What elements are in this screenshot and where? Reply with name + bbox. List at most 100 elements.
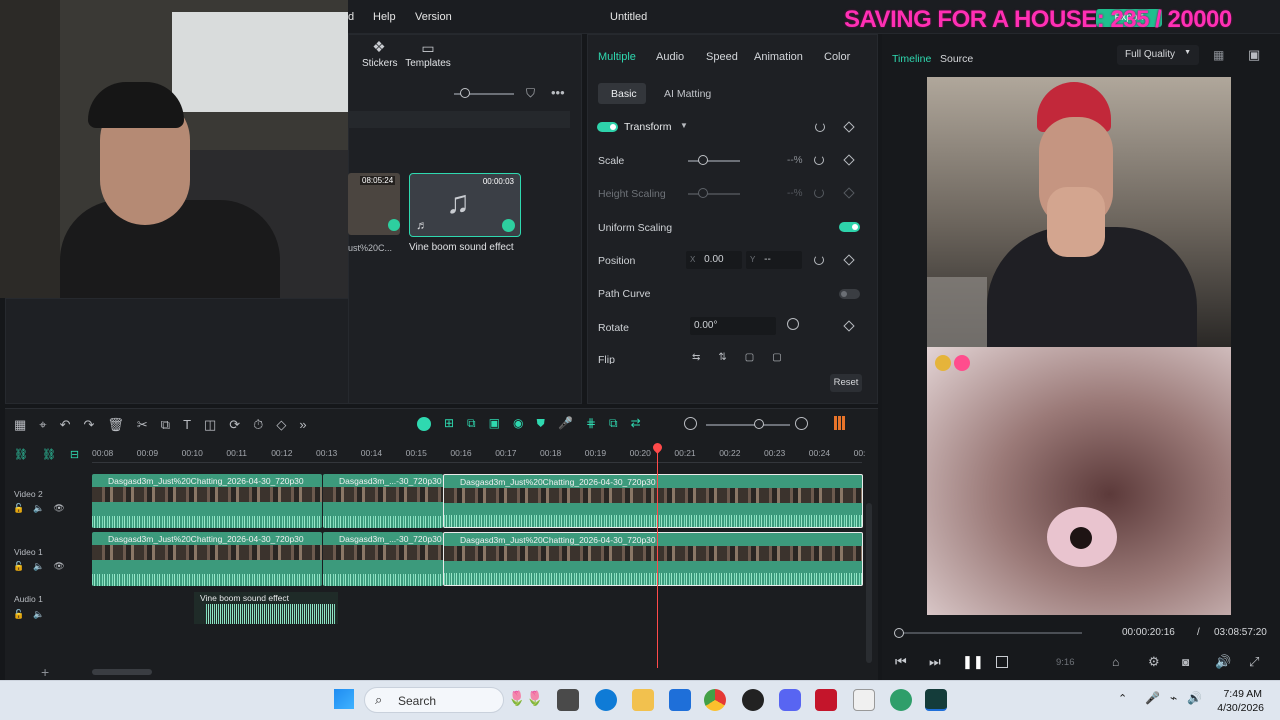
menu-help[interactable]: Help (373, 11, 396, 23)
reset-scale-icon[interactable] (814, 155, 824, 165)
tab-source[interactable]: Source (940, 53, 973, 65)
clip-duration: 08:05:24 (360, 176, 396, 185)
position-x-input[interactable]: X 0.00 (686, 251, 742, 269)
track-controls-video1-icon[interactable]: 🔓🔈👁 (13, 561, 74, 572)
menu-partial[interactable]: d (348, 11, 354, 23)
y-label: Y (750, 255, 756, 264)
scale-knob[interactable] (698, 155, 708, 165)
aspect-ratio-dropdown[interactable]: 9:16 (1056, 657, 1075, 668)
chrome-profile-icon[interactable] (890, 689, 912, 711)
stickers-button[interactable]: ❖ Stickers (362, 40, 398, 72)
track-height-icon[interactable] (834, 416, 846, 430)
height-value[interactable]: --% (787, 188, 803, 199)
zoom-in-icon[interactable] (795, 417, 808, 430)
playback-progress-bar[interactable] (899, 632, 1082, 634)
stop-icon[interactable] (996, 656, 1008, 668)
video2-clip-1[interactable]: Dasgasd3m_Just%20Chatting_2026-04-30_720… (92, 474, 322, 528)
playhead[interactable] (657, 446, 658, 668)
pause-icon[interactable]: ❚❚ (962, 654, 984, 670)
video1-clip-2[interactable]: Dasgasd3m_...-30_720p30 (323, 532, 443, 586)
tab-speed[interactable]: Speed (706, 51, 738, 63)
tab-color[interactable]: Color (824, 51, 850, 63)
thumb-size-knob[interactable] (460, 88, 470, 98)
notepad-icon[interactable] (853, 689, 875, 711)
subtab-basic[interactable]: Basic (611, 88, 637, 100)
discord-icon[interactable] (779, 689, 801, 711)
timeline-horizontal-scrollbar[interactable] (92, 669, 152, 675)
audio-media-thumbnail[interactable]: 00:00:03 ♫ ♬ (409, 173, 521, 237)
tab-multiple[interactable]: Multiple (598, 51, 636, 63)
uniform-scaling-toggle[interactable] (839, 222, 860, 232)
more-options-icon[interactable]: ••• (551, 85, 565, 100)
track-controls-audio1-icon[interactable]: 🔓🔈 (13, 609, 53, 620)
reset-button[interactable]: Reset (830, 374, 862, 392)
ruler-tick-label: 00:23 (764, 448, 786, 458)
quality-dropdown[interactable]: Full Quality ▼ (1117, 45, 1199, 65)
position-y-input[interactable]: Y -- (746, 251, 802, 269)
settings-gear-icon[interactable]: ⚙ (1148, 654, 1160, 670)
windows-start-icon[interactable] (334, 689, 354, 709)
reset-height-icon[interactable] (814, 188, 824, 198)
link-tools-icon[interactable]: ⛓⛓⊟ (14, 448, 93, 461)
video2-clip-2[interactable]: Dasgasd3m_...-30_720p30 (323, 474, 443, 528)
video1-clip-1[interactable]: Dasgasd3m_Just%20Chatting_2026-04-30_720… (92, 532, 322, 586)
timeline-feature-tools-icon[interactable]: ⊞⧉▣◉⛊🎤⋕⧉⇄ (444, 416, 654, 431)
tulips-widget-icon[interactable]: 🌷🌷 (508, 690, 545, 707)
clock-time[interactable]: 7:49 AM (1220, 688, 1262, 700)
height-slider[interactable] (688, 193, 740, 195)
layout-icon[interactable]: ▦ (1213, 48, 1224, 62)
filmora-icon[interactable] (925, 689, 947, 711)
zoom-knob[interactable] (754, 419, 764, 429)
timeline-edit-tools-icon[interactable]: ▦⌖↶↷🗑✂⧉T◫⟳⏱◇» (14, 417, 320, 433)
scale-value[interactable]: --% (787, 155, 803, 166)
tab-audio[interactable]: Audio (656, 51, 684, 63)
add-track-icon[interactable]: + (41, 664, 49, 680)
obs-icon[interactable] (742, 689, 764, 711)
transform-dropdown-icon[interactable]: ▼ (680, 121, 688, 130)
path-curve-toggle[interactable] (839, 289, 860, 299)
magnetic-snap-icon[interactable] (417, 417, 431, 431)
file-explorer-icon[interactable] (632, 689, 654, 711)
video2-clip-3-selected[interactable]: Dasgasd3m_Just%20Chatting_2026-04-30_720… (443, 474, 863, 528)
templates-button[interactable]: ▭ Templates (405, 40, 451, 72)
media-clip-thumbnail[interactable]: 08:05:24 (348, 173, 400, 235)
zoom-slider[interactable] (706, 424, 790, 426)
reset-position-icon[interactable] (814, 255, 824, 265)
snapshot-image-icon[interactable]: ▣ (1248, 47, 1260, 63)
zoom-out-icon[interactable] (684, 417, 697, 430)
timeline-vertical-scrollbar[interactable] (866, 503, 872, 663)
filter-icon[interactable]: ⛉ (526, 86, 535, 101)
reset-transform-icon[interactable] (815, 122, 825, 132)
volume-icon[interactable]: 🔊 (1215, 654, 1231, 670)
scale-slider[interactable] (688, 160, 740, 162)
tab-animation[interactable]: Animation (754, 51, 803, 63)
tray-chevron-up-icon[interactable]: ⌃ (1118, 692, 1127, 705)
tray-status-icons[interactable]: 🎤⌁🔊 (1145, 691, 1212, 705)
adobe-icon[interactable] (815, 689, 837, 711)
playback-scrubber-knob[interactable] (894, 628, 904, 638)
rotate-dial-icon[interactable] (787, 318, 799, 330)
height-knob[interactable] (698, 188, 708, 198)
chrome-icon[interactable] (704, 689, 726, 711)
fullscreen-icon[interactable]: ⤢ (1249, 654, 1259, 670)
task-view-icon[interactable] (557, 689, 579, 711)
edge-browser-icon[interactable] (595, 689, 617, 711)
taskbar-search[interactable]: ⌕ Search (364, 687, 504, 713)
video1-clip-3-selected[interactable]: Dasgasd3m_Just%20Chatting_2026-04-30_720… (443, 532, 863, 586)
clock-date[interactable]: 4/30/2026 (1212, 702, 1264, 714)
search-icon: ⌕ (375, 692, 383, 707)
next-frame-icon[interactable]: ⏭ (929, 654, 941, 670)
subtab-ai-matting[interactable]: AI Matting (664, 88, 711, 100)
prev-frame-icon[interactable]: ⏮ (895, 654, 907, 670)
marker-icon[interactable]: ⌂ (1112, 655, 1119, 669)
transform-toggle[interactable] (597, 122, 618, 132)
flip-buttons-icon[interactable]: ⇆⇅▢▢ (692, 352, 804, 364)
camera-snapshot-icon[interactable]: ◙ (1182, 655, 1189, 669)
rotate-input[interactable]: 0.00° (690, 317, 776, 335)
store-icon[interactable] (669, 689, 691, 711)
track-controls-video2-icon[interactable]: 🔓🔈👁 (13, 503, 74, 514)
presenter-hands (1047, 187, 1105, 257)
tab-timeline[interactable]: Timeline (892, 53, 931, 65)
audio1-clip-vine-boom[interactable]: Vine boom sound effect (194, 592, 338, 624)
menu-version[interactable]: Version (415, 11, 452, 23)
